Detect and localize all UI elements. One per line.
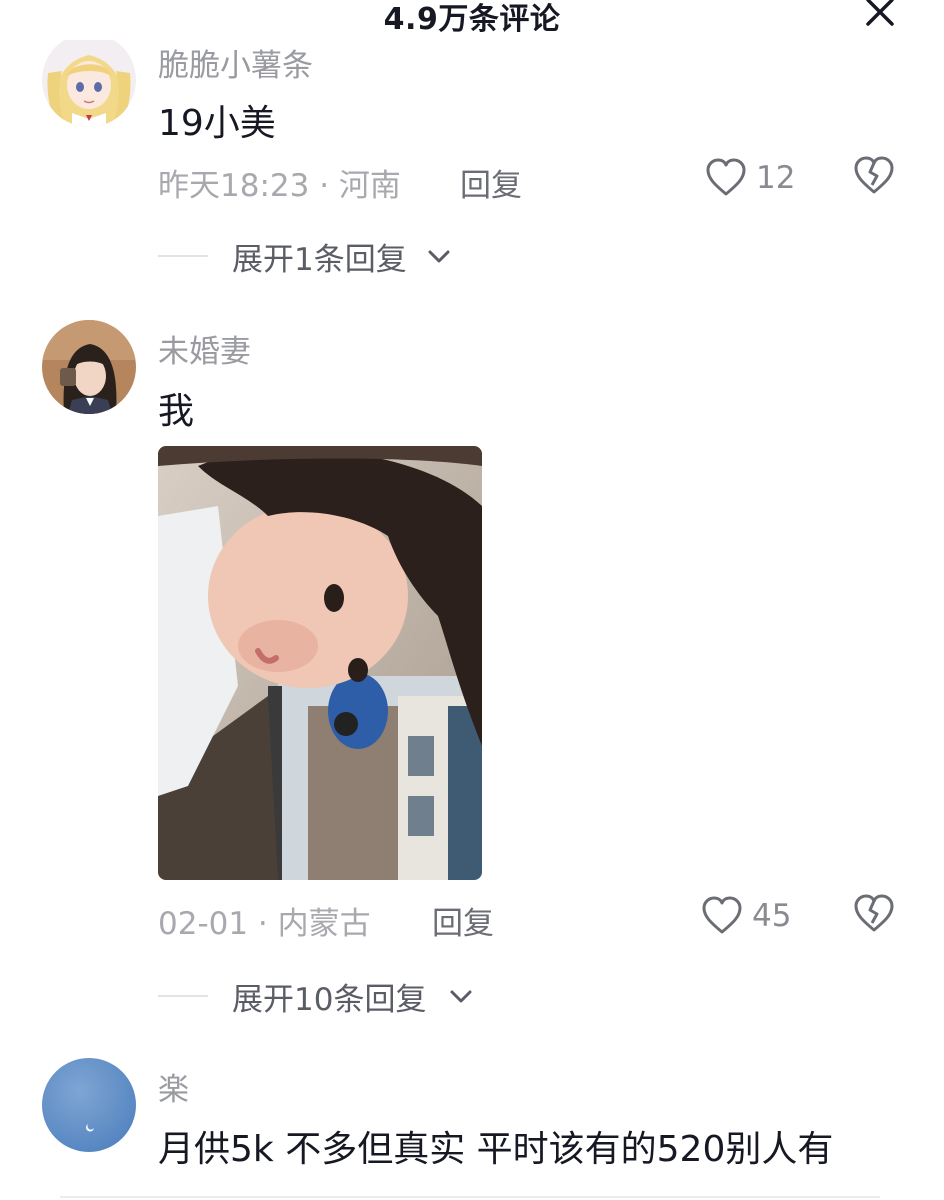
comment-time-location: 02-01 · 内蒙古 xyxy=(158,906,371,942)
comment-time-location: 昨天18:23 · 河南 xyxy=(158,168,401,204)
comments-header: 4.9万条评论 xyxy=(0,0,944,40)
chevron-down-icon xyxy=(450,990,472,1003)
reply-button[interactable]: 回复 xyxy=(432,898,494,943)
divider xyxy=(158,255,208,257)
like-count: 45 xyxy=(752,898,792,934)
dislike-button[interactable] xyxy=(852,892,896,936)
heart-icon xyxy=(706,158,746,196)
comment-meta: 昨天18:23 · 河南 回复 12 xyxy=(158,156,898,205)
avatar[interactable] xyxy=(42,33,136,127)
reply-button[interactable]: 回复 xyxy=(460,160,522,205)
comment-meta: 02-01 · 内蒙古 回复 45 xyxy=(158,894,898,943)
chevron-down-icon xyxy=(428,250,450,263)
comment-photo[interactable] xyxy=(158,446,482,880)
comment-username[interactable]: 脆脆小薯条 xyxy=(158,40,313,85)
broken-heart-icon xyxy=(854,156,894,194)
expand-replies-label: 展开1条回复 xyxy=(232,242,407,278)
comment-text: 我 xyxy=(158,391,195,432)
comment-text: 月供5k 不多但真实 平时该有的520别人有 xyxy=(158,1129,834,1170)
expand-replies-button[interactable]: 展开10条回复 xyxy=(158,974,558,1018)
blue-sky-moon-avatar-icon xyxy=(42,1058,136,1152)
comment-username[interactable]: 楽 xyxy=(158,1064,189,1109)
anime-girl-avatar-icon xyxy=(42,33,136,127)
expand-replies-label: 展开10条回复 xyxy=(232,982,427,1018)
comment-count-title: 4.9万条评论 xyxy=(383,2,561,37)
like-count: 12 xyxy=(756,160,796,196)
close-button[interactable] xyxy=(858,0,902,34)
heart-icon xyxy=(702,896,742,934)
comments-panel: 脆脆小薯条 19小美 昨天18:23 · 河南 回复 12 展开1条回复 未婚妻… xyxy=(0,0,944,1200)
selfie-photo-image xyxy=(158,446,482,880)
close-icon xyxy=(866,0,894,26)
divider xyxy=(60,1196,880,1198)
girl-photo-avatar-icon xyxy=(42,320,136,414)
comment-text: 19小美 xyxy=(158,103,276,144)
broken-heart-icon xyxy=(854,894,894,932)
expand-replies-button[interactable]: 展开1条回复 xyxy=(158,234,558,278)
avatar[interactable] xyxy=(42,1058,136,1152)
comment-username[interactable]: 未婚妻 xyxy=(158,326,251,371)
divider xyxy=(158,995,208,997)
avatar[interactable] xyxy=(42,320,136,414)
dislike-button[interactable] xyxy=(852,154,896,198)
